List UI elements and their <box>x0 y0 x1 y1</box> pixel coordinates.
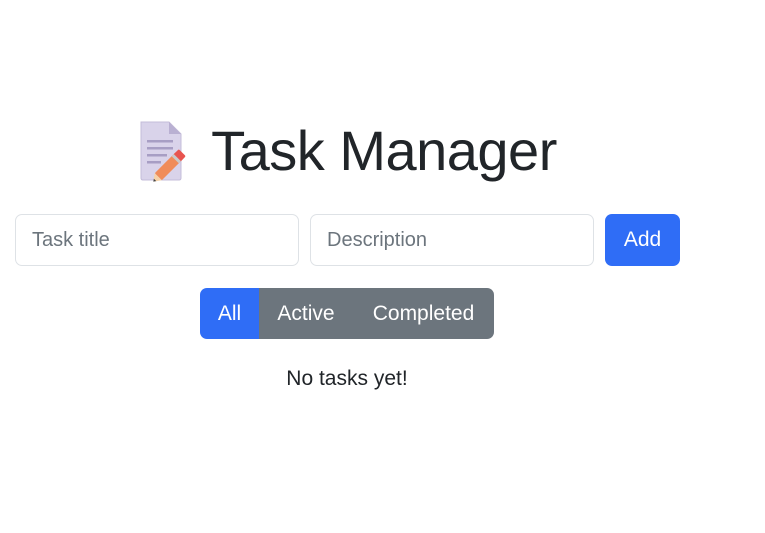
filter-active-button[interactable]: Active <box>259 288 353 339</box>
page-header: Task Manager <box>0 118 694 184</box>
filter-all-button[interactable]: All <box>200 288 259 339</box>
task-title-input[interactable] <box>15 214 299 266</box>
task-manager-page: Task Manager Add All Active Completed No… <box>0 0 765 533</box>
description-input[interactable] <box>310 214 594 266</box>
page-title: Task Manager <box>211 119 557 182</box>
filter-completed-button[interactable]: Completed <box>353 288 494 339</box>
memo-pencil-icon <box>137 120 191 182</box>
filter-button-group: All Active Completed <box>200 288 494 339</box>
empty-tasks-message: No tasks yet! <box>286 367 408 390</box>
add-button[interactable]: Add <box>605 214 680 266</box>
add-task-form: Add <box>15 214 680 266</box>
